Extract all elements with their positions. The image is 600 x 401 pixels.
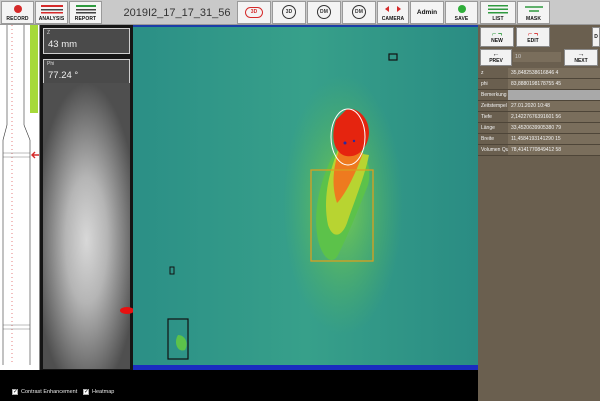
checkbox-check-icon: ✓ — [12, 389, 19, 395]
probe-cross-section[interactable] — [43, 83, 134, 369]
table-row: Tiefe 2,14227676391601 56 — [478, 112, 600, 123]
view-3d-rotate-button[interactable]: 3D — [272, 1, 306, 24]
3d-rotate-icon: 3D — [282, 5, 296, 19]
phi-readout: Phi 77.24 ° — [43, 59, 130, 85]
analysis-icon — [36, 2, 67, 16]
list-icon — [481, 2, 515, 16]
checkbox-check-icon: ✓ — [83, 389, 90, 395]
record-icon — [2, 2, 33, 16]
heatmap-canvas[interactable] — [133, 25, 478, 370]
table-row: Volumen Quader 78,4141770849412 58 — [478, 145, 600, 156]
session-title: 2019I2_17_17_31_56 — [123, 6, 231, 19]
dm-icon: DM — [317, 5, 331, 19]
table-row: Zeitstempel 27.01.2020 10:48 — [478, 101, 600, 112]
prev-button[interactable]: ← PREV — [480, 49, 512, 66]
depth-readout: Z 43 mm — [43, 28, 130, 54]
depth-marker-icon[interactable] — [30, 151, 40, 159]
record-button[interactable]: RECORD — [1, 1, 34, 24]
table-row: Breite 11,4584193141290 15 — [478, 134, 600, 145]
list-button[interactable]: LIST — [480, 1, 516, 24]
dm-alt-icon: DM — [352, 5, 366, 19]
new-button[interactable]: ⌐ ¬ NEW — [480, 27, 514, 47]
contrast-enhancement-checkbox[interactable]: ✓ Contrast Enhancement — [12, 389, 77, 395]
depth-value: 43 mm — [48, 39, 78, 50]
arrow-right-icon: → — [577, 51, 585, 58]
borehole-profile — [2, 25, 31, 365]
edit-button[interactable]: ⌐ ¬ EDIT — [516, 27, 550, 47]
delete-icon: D — [594, 34, 598, 40]
report-icon — [70, 2, 101, 16]
defect-details-panel: ⌐ ¬ NEW ⌐ ¬ EDIT D ← PREV 10 → NEXT z 35… — [478, 25, 600, 401]
table-row: phi 83,8880198178755 45 — [478, 79, 600, 90]
edit-icon: ⌐ ¬ — [527, 30, 539, 38]
mask-button[interactable]: MASK — [517, 1, 550, 24]
borehole-depth-strip[interactable] — [0, 25, 40, 370]
table-row: Länge 33,4520639905380 79 — [478, 123, 600, 134]
remark-input[interactable] — [508, 90, 600, 100]
save-button[interactable]: SAVE — [445, 1, 478, 24]
defect-properties-table: z 35,8482538616846 4 phi 83,888019817875… — [478, 68, 600, 156]
table-row: z 35,8482538616846 4 — [478, 68, 600, 79]
view-3d-button[interactable]: 3D — [237, 1, 271, 24]
arrow-left-icon: ← — [492, 51, 500, 58]
record-index-field[interactable]: 10 — [513, 52, 561, 62]
mask-icon — [518, 2, 549, 16]
probe-position-marker — [120, 307, 134, 314]
user-label: Admin — [410, 1, 444, 24]
camera-button[interactable]: CAMERA — [377, 1, 409, 24]
dm-alt-button[interactable]: DM — [342, 1, 376, 24]
depth-view-panel: Z 43 mm Phi 77.24 ° — [40, 25, 134, 370]
top-toolbar: RECORD ANALYSIS REPORT 2019I2_17_17_31_5… — [0, 0, 600, 25]
bottom-bar — [0, 370, 478, 401]
save-icon — [446, 2, 477, 16]
table-row: Bemerkung — [478, 90, 600, 101]
heatmap-view[interactable] — [133, 25, 478, 370]
analysis-button[interactable]: ANALYSIS — [35, 1, 68, 24]
delete-button-partial[interactable]: D — [592, 27, 600, 47]
new-icon: ⌐ ¬ — [491, 30, 503, 38]
next-button[interactable]: → NEXT — [564, 49, 598, 66]
dm-button[interactable]: DM — [307, 1, 341, 24]
heatmap-checkbox[interactable]: ✓ Heatmap — [83, 389, 114, 395]
report-button[interactable]: REPORT — [69, 1, 102, 24]
3d-icon: 3D — [245, 6, 263, 18]
phi-value: 77.24 ° — [48, 70, 79, 81]
camera-icon — [378, 2, 408, 16]
